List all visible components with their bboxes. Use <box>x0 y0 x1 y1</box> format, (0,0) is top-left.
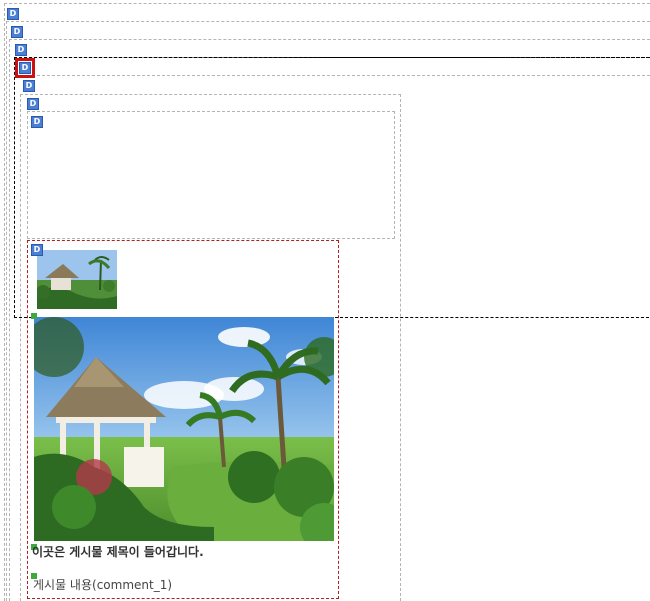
empty-content-box[interactable] <box>27 111 395 239</box>
layer-marker-1[interactable]: D <box>7 8 19 20</box>
post-title[interactable]: 이곳은 게시물 제목이 들어갑니다. <box>32 543 204 560</box>
layer-guide-1 <box>4 3 650 4</box>
layer-guide-left-1 <box>4 3 5 601</box>
layer-marker-2[interactable]: D <box>11 26 23 38</box>
layer-marker-7[interactable]: D <box>31 116 43 128</box>
layer-guide-left-3 <box>9 39 10 601</box>
thumbnail-scene <box>37 250 117 309</box>
resort-garden-scene <box>34 317 334 541</box>
layer-marker-6[interactable]: D <box>27 98 39 110</box>
layer-marker-4-selected[interactable]: D <box>15 58 35 78</box>
layer-guide-3 <box>9 39 650 40</box>
post-thumbnail-image[interactable] <box>37 250 117 309</box>
layer-guide-2 <box>6 21 650 22</box>
layer-marker-5[interactable]: D <box>23 80 35 92</box>
post-content[interactable]: 게시물 내용(comment_1) <box>33 576 172 593</box>
layer-guide-left-2 <box>6 21 7 601</box>
layer-marker-8[interactable]: D <box>31 244 43 256</box>
image-edit-corner <box>31 313 37 319</box>
post-main-image[interactable] <box>34 317 334 541</box>
layer-marker-3[interactable]: D <box>15 44 27 56</box>
